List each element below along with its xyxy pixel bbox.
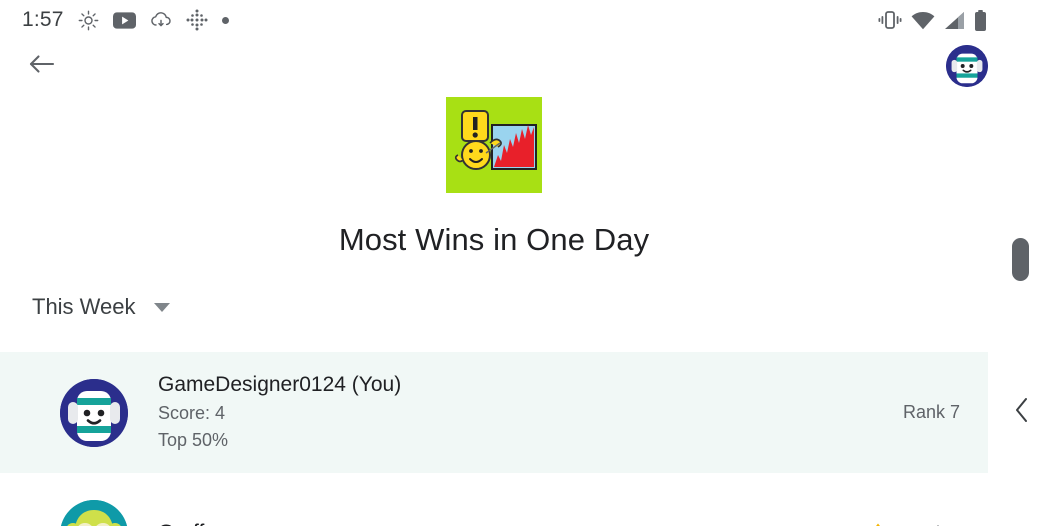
status-clock: 1:57 bbox=[22, 8, 64, 31]
time-range-filter[interactable]: This Week bbox=[32, 294, 170, 320]
wifi-icon bbox=[911, 11, 935, 30]
navigation-back-chevron[interactable] bbox=[1008, 396, 1036, 428]
vibrate-icon bbox=[878, 10, 902, 30]
back-button[interactable] bbox=[22, 46, 62, 86]
robot-avatar bbox=[60, 378, 128, 447]
achievement-badge-icon bbox=[446, 97, 542, 193]
dot-indicator-icon bbox=[221, 16, 229, 24]
status-bar-left: 1:57 bbox=[22, 8, 229, 32]
vertical-scrollbar-thumb[interactable] bbox=[1012, 238, 1029, 281]
cell-signal-icon bbox=[944, 11, 965, 30]
robot-avatar bbox=[946, 45, 988, 87]
rank-cell: Rank 7 bbox=[903, 402, 960, 423]
player-name: GameDesigner0124 (You) bbox=[158, 373, 402, 397]
row-details: Gruff: bbox=[158, 519, 210, 526]
back-arrow-icon bbox=[28, 52, 56, 81]
avatar bbox=[60, 378, 128, 447]
youtube-icon bbox=[112, 11, 136, 29]
app-bar bbox=[0, 40, 1052, 92]
rank-label: Rank 7 bbox=[902, 402, 960, 422]
chevron-left-icon bbox=[1014, 397, 1030, 428]
time-range-filter-label: This Week bbox=[32, 294, 136, 319]
player-name: Gruff: bbox=[158, 519, 210, 526]
player-score: Score: 4 bbox=[158, 402, 226, 423]
app-screen: 1:57 Most Wins in One Day This Week Game… bbox=[0, 0, 1052, 526]
brightness-icon bbox=[78, 10, 99, 31]
table-row[interactable]: GameDesigner0124 (You) Score: 4 Top 50% … bbox=[0, 352, 988, 473]
rank-cell: Rank 1 bbox=[865, 522, 960, 526]
table-row[interactable]: Gruff: Rank 1 bbox=[0, 473, 988, 526]
chevron-down-icon bbox=[153, 302, 170, 312]
crown-icon bbox=[865, 522, 891, 526]
page-title: Most Wins in One Day bbox=[338, 222, 650, 257]
monkey-avatar bbox=[60, 499, 128, 526]
cloud-download-icon bbox=[150, 10, 172, 30]
profile-avatar-button[interactable] bbox=[946, 45, 988, 87]
status-bar: 1:57 bbox=[0, 0, 1052, 40]
battery-icon bbox=[974, 9, 987, 31]
row-details: GameDesigner0124 (You) Score: 4 Top 50% bbox=[158, 371, 401, 453]
avatar bbox=[60, 499, 128, 526]
dots-grid-icon bbox=[186, 9, 208, 31]
player-percentile: Top 50% bbox=[158, 429, 229, 450]
leaderboard-list: GameDesigner0124 (You) Score: 4 Top 50% … bbox=[0, 352, 988, 526]
